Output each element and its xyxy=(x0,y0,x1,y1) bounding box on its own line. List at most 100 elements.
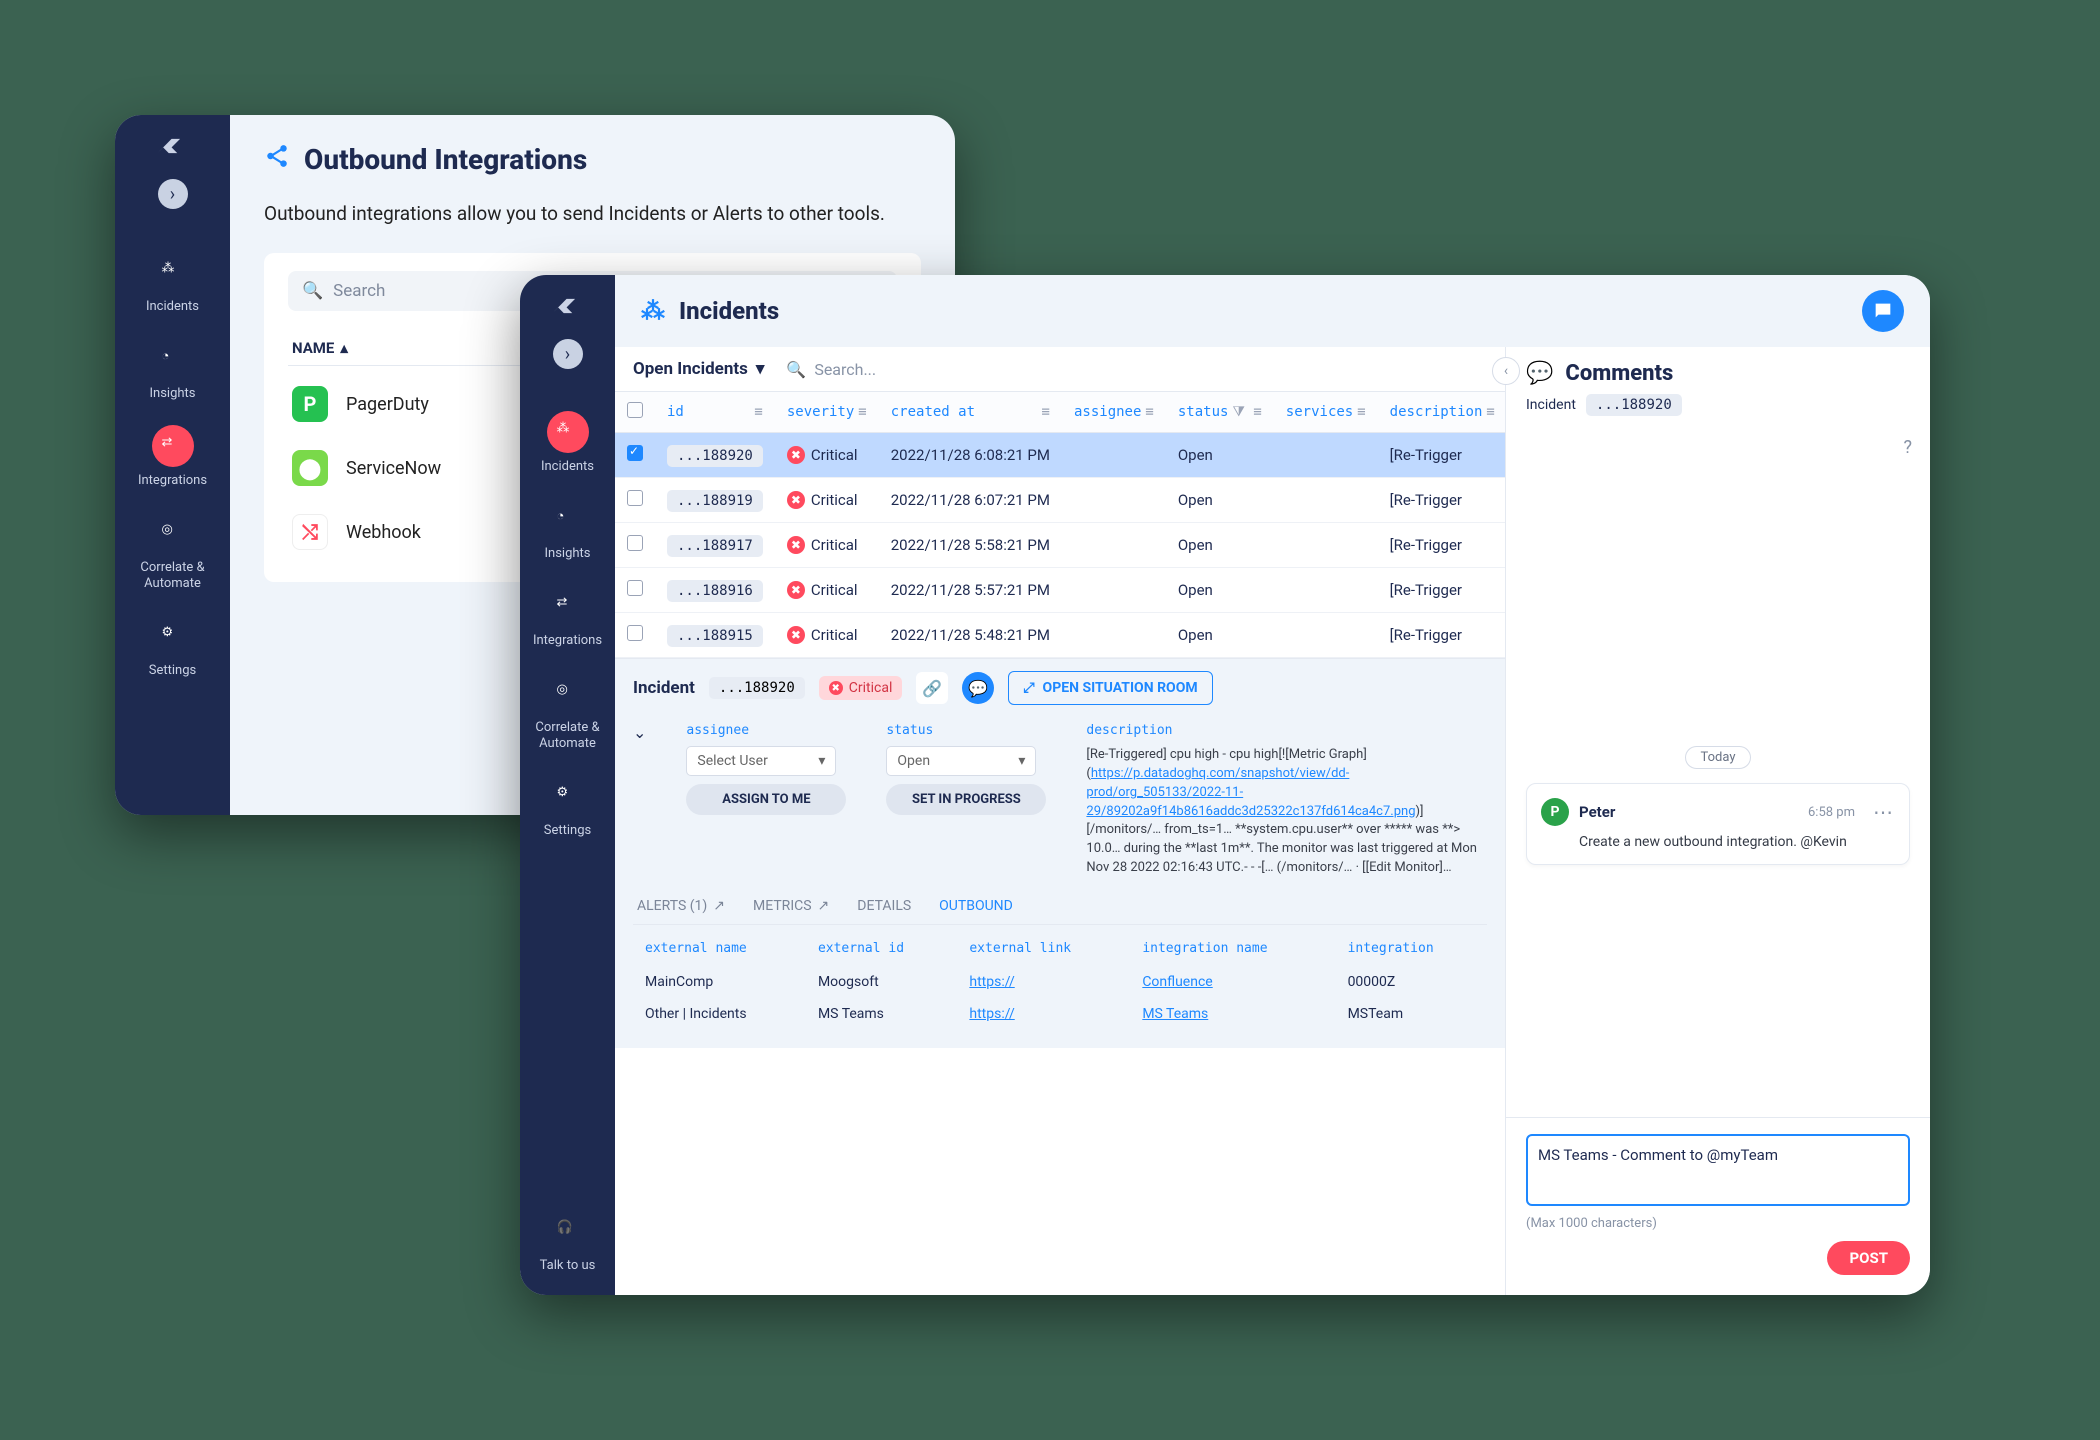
services xyxy=(1274,478,1378,523)
char-limit-hint: (Max 1000 characters) xyxy=(1526,1216,1910,1231)
set-in-progress-button[interactable]: SET IN PROGRESS xyxy=(886,784,1046,815)
target-icon: ◎ xyxy=(152,512,194,554)
incident-detail: Incident ...188920 ✖ Critical 🔗 💬 ⤢ OPEN… xyxy=(615,658,1505,1048)
integration-name-link[interactable]: Confluence xyxy=(1142,974,1212,990)
outbound-col-integration name[interactable]: integration name xyxy=(1130,931,1335,966)
app-logo-icon xyxy=(156,129,190,163)
row-checkbox[interactable] xyxy=(627,580,643,596)
column-menu-icon[interactable]: ≡ xyxy=(858,404,866,420)
created-at: 2022/11/28 5:48:21 PM xyxy=(879,613,1062,658)
outbound-col-external id[interactable]: external id xyxy=(806,931,957,966)
view-filter-dropdown[interactable]: Open Incidents ▾ xyxy=(633,359,764,379)
table-row[interactable]: ...188915 Critical 2022/11/28 5:48:21 PM… xyxy=(615,613,1507,658)
sidebar-expand-button[interactable]: › xyxy=(553,339,583,369)
integration-name: Webhook xyxy=(346,522,421,543)
column-menu-icon[interactable]: ≡ xyxy=(1486,404,1494,420)
table-row[interactable]: ...188917 Critical 2022/11/28 5:58:21 PM… xyxy=(615,523,1507,568)
external-link[interactable]: https:// xyxy=(969,974,1014,990)
row-checkbox[interactable] xyxy=(627,625,643,641)
chat-button[interactable] xyxy=(1862,290,1904,332)
integration-name-link[interactable]: MS Teams xyxy=(1142,1006,1208,1022)
chevron-down-icon: ▾ xyxy=(818,753,825,769)
search-input[interactable]: 🔍 Search... xyxy=(786,360,876,379)
collapse-detail-icon[interactable]: ⌄ xyxy=(633,723,646,742)
sidebar-item-correlate[interactable]: ◎ Correlate & Automate xyxy=(115,500,230,603)
incident-id-pill: ...188920 xyxy=(1586,394,1682,416)
services xyxy=(1274,568,1378,613)
description-text: [Re-Triggered] cpu high - cpu high[![Met… xyxy=(1086,746,1487,878)
assignee xyxy=(1062,433,1166,478)
table-row[interactable]: ...188916 Critical 2022/11/28 5:57:21 PM… xyxy=(615,568,1507,613)
select-all-checkbox[interactable] xyxy=(627,402,643,418)
sidebar-item-incidents[interactable]: ⁂ Incidents xyxy=(115,239,230,326)
filter-icon[interactable]: ⧩ ≡ xyxy=(1232,404,1261,420)
row-checkbox[interactable] xyxy=(627,445,643,461)
sidebar-item-settings[interactable]: ⚙ Settings xyxy=(115,603,230,690)
comment-button[interactable]: 💬 xyxy=(962,672,994,704)
sidebar-label: Incidents xyxy=(541,459,594,474)
sidebar-item-insights[interactable]: ◔ Insights xyxy=(115,326,230,413)
status: Open xyxy=(1166,613,1274,658)
outbound-row[interactable]: MainComp Moogsoft https:// Confluence 00… xyxy=(633,966,1487,998)
incidents-icon: ⁂ xyxy=(547,411,589,453)
column-menu-icon[interactable]: ≡ xyxy=(1145,404,1153,420)
column-menu-icon[interactable]: ≡ xyxy=(1357,404,1365,420)
column-header-description[interactable]: description ≡ xyxy=(1378,392,1507,433)
external-link[interactable]: https:// xyxy=(969,1006,1014,1022)
comments-panel: ‹ 💬 Comments Incident ...188920 ? Today xyxy=(1505,347,1930,1295)
assign-to-me-button[interactable]: ASSIGN TO ME xyxy=(686,784,846,815)
post-button[interactable]: POST xyxy=(1827,1241,1910,1275)
table-row[interactable]: ...188919 Critical 2022/11/28 6:07:21 PM… xyxy=(615,478,1507,523)
link-icon: 🔗 xyxy=(922,679,942,698)
search-icon: 🔍 xyxy=(302,281,323,301)
sidebar-item-integrations[interactable]: ⇄ Integrations xyxy=(520,573,615,660)
column-menu-icon[interactable]: ≡ xyxy=(1042,404,1050,420)
comment-input[interactable] xyxy=(1526,1134,1910,1206)
column-header-created at[interactable]: created at ≡ xyxy=(879,392,1062,433)
table-row[interactable]: ...188920 Critical 2022/11/28 6:08:21 PM… xyxy=(615,433,1507,478)
tab-outbound[interactable]: OUTBOUND xyxy=(939,898,1013,914)
column-header-services[interactable]: services ≡ xyxy=(1274,392,1378,433)
outbound-col-external name[interactable]: external name xyxy=(633,931,806,966)
column-menu-icon[interactable]: ≡ xyxy=(754,404,762,420)
help-icon[interactable]: ? xyxy=(1903,437,1912,458)
tab-alerts[interactable]: ALERTS (1)↗ xyxy=(637,898,725,914)
sidebar-item-insights[interactable]: ◔ Insights xyxy=(520,486,615,573)
status-select[interactable]: Open ▾ xyxy=(886,746,1036,776)
sidebar-item-correlate[interactable]: ◎ Correlate & Automate xyxy=(520,660,615,763)
integration: MSTeam xyxy=(1336,998,1487,1030)
tab-metrics[interactable]: METRICS↗ xyxy=(753,898,829,914)
piechart-icon: ◔ xyxy=(547,498,589,540)
column-header-status[interactable]: status ⧩ ≡ xyxy=(1166,392,1274,433)
page-subtitle: Outbound integrations allow you to send … xyxy=(264,202,921,225)
comment-time: 6:58 pm xyxy=(1808,805,1855,820)
sidebar-item-incidents[interactable]: ⁂ Incidents xyxy=(520,399,615,486)
outbound-col-integration[interactable]: integration xyxy=(1336,931,1487,966)
assignee-select[interactable]: Select User ▾ xyxy=(686,746,836,776)
sidebar-item-settings[interactable]: ⚙ Settings xyxy=(520,763,615,850)
sidebar-item-integrations[interactable]: ⇄ Integrations xyxy=(115,413,230,500)
severity-badge: Critical xyxy=(787,581,867,599)
row-checkbox[interactable] xyxy=(627,535,643,551)
sidebar-expand-button[interactable]: › xyxy=(158,179,188,209)
incidents-icon: ⁂ xyxy=(641,297,665,325)
sidebar-item-talk[interactable]: 🎧 Talk to us xyxy=(520,1198,615,1295)
outbound-row[interactable]: Other | Incidents MS Teams https:// MS T… xyxy=(633,998,1487,1030)
collapse-panel-button[interactable]: ‹ xyxy=(1492,357,1520,385)
open-situation-room-button[interactable]: ⤢ OPEN SITUATION ROOM xyxy=(1008,671,1212,705)
row-checkbox[interactable] xyxy=(627,490,643,506)
link-button[interactable]: 🔗 xyxy=(916,672,948,704)
column-header-id[interactable]: id ≡ xyxy=(655,392,775,433)
description: [Re-Trigger xyxy=(1378,478,1507,523)
integration-logo-icon: P xyxy=(292,386,328,422)
sidebar-label: Integrations xyxy=(138,473,207,488)
description: [Re-Trigger xyxy=(1378,433,1507,478)
page-title: Incidents xyxy=(679,297,779,325)
tab-details[interactable]: DETAILS xyxy=(857,898,911,914)
comment-text: Create a new outbound integration. @Kevi… xyxy=(1579,834,1895,850)
outbound-col-external link[interactable]: external link xyxy=(957,931,1130,966)
column-header-assignee[interactable]: assignee ≡ xyxy=(1062,392,1166,433)
column-header-severity[interactable]: severity ≡ xyxy=(775,392,879,433)
comment-menu-icon[interactable]: ⋯ xyxy=(1873,800,1895,824)
metric-graph-link[interactable]: https://p.datadoghq.com/snapshot/view/dd… xyxy=(1086,766,1415,819)
